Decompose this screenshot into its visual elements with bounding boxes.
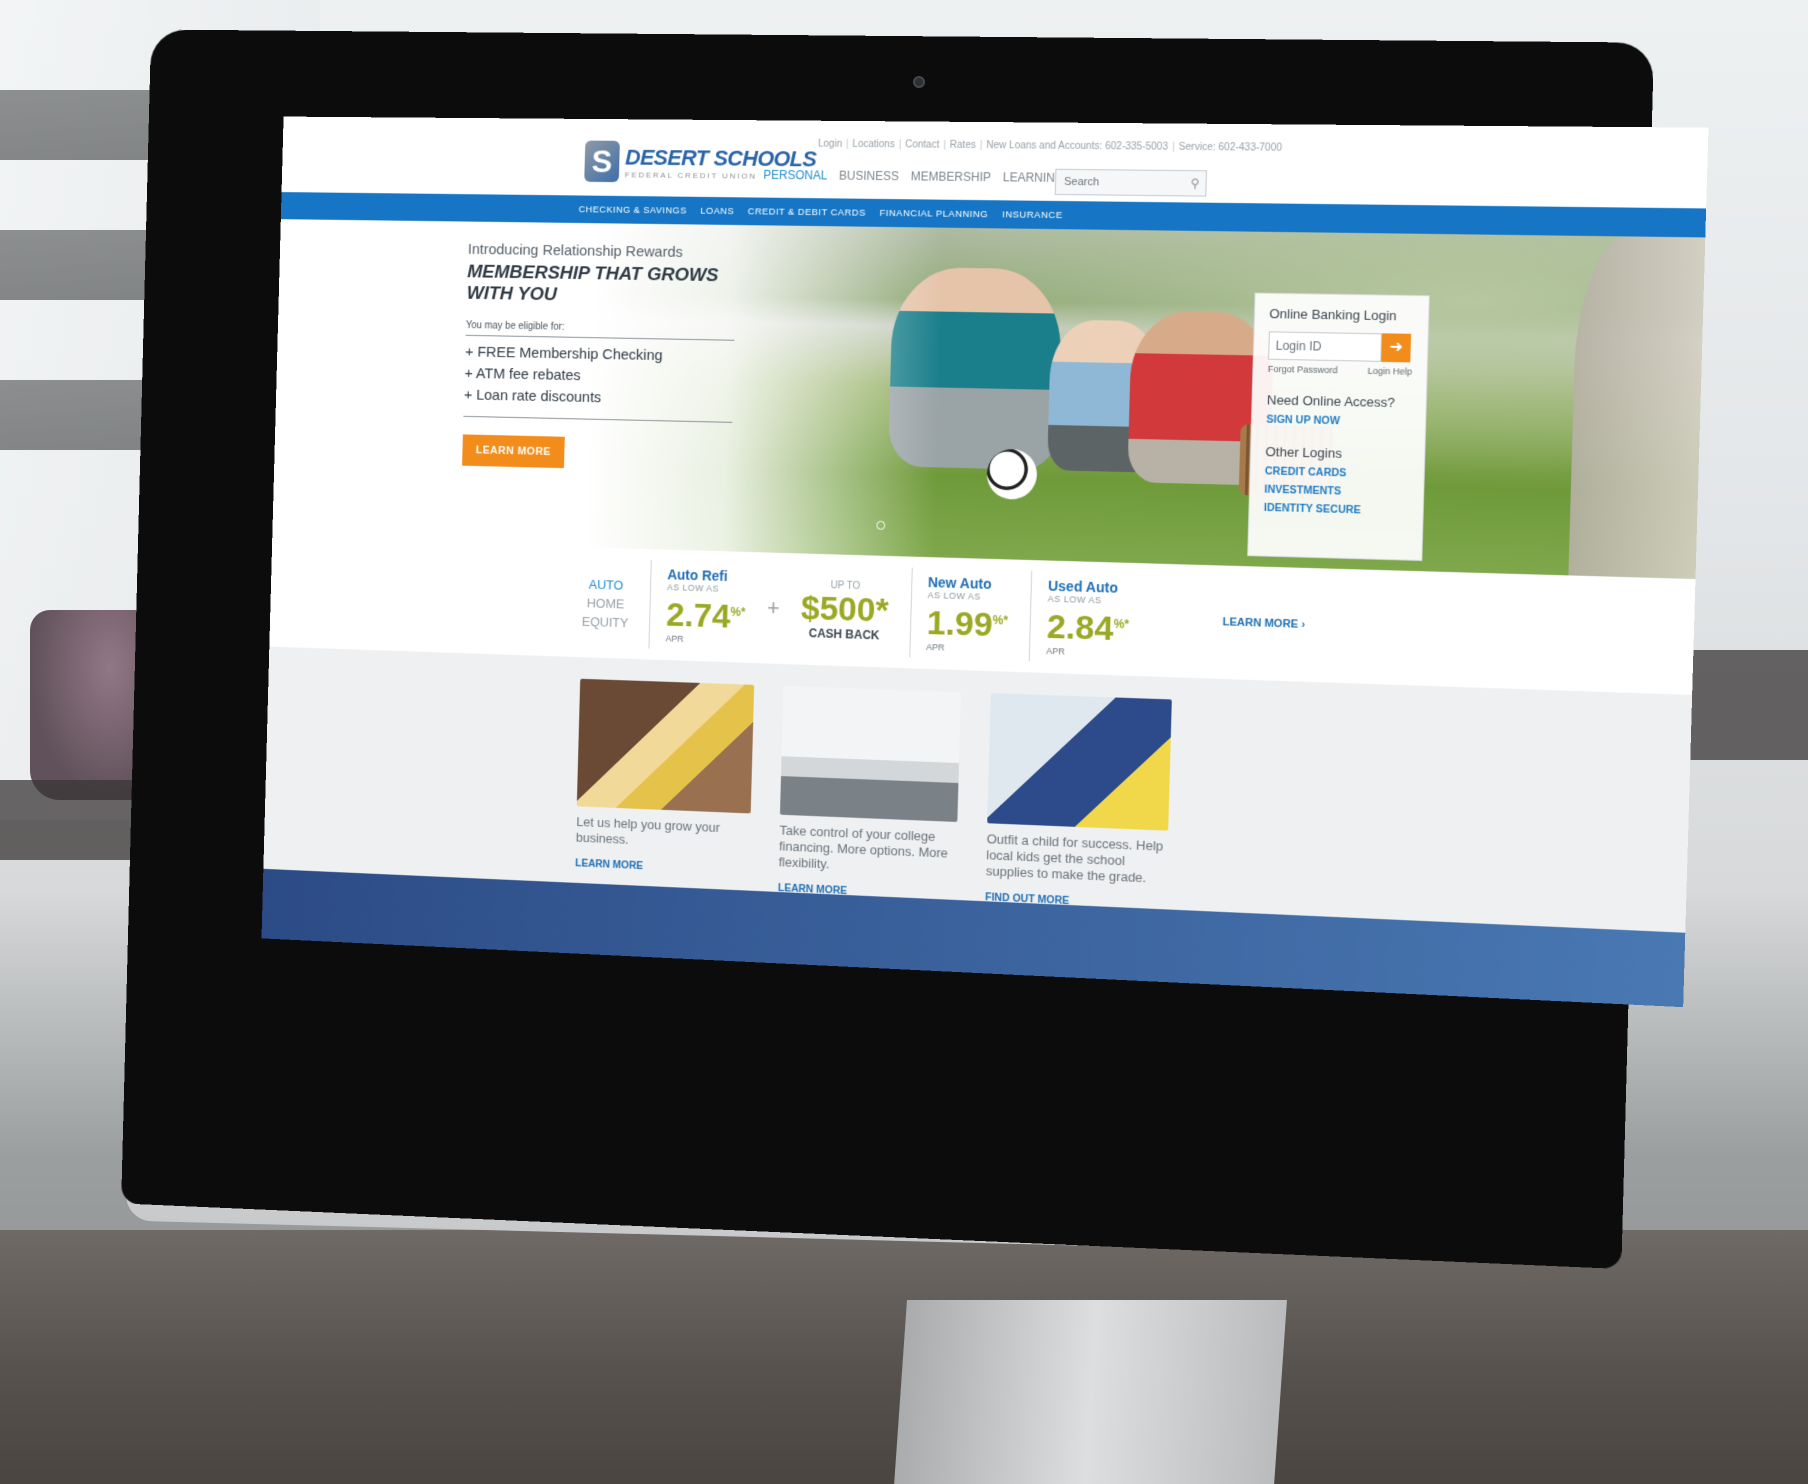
util-phone-service: Service: 602-433-7000 [1178, 141, 1283, 154]
rate-new-auto-unit: %* [992, 613, 1009, 628]
promo-college-photo [779, 685, 961, 822]
utility-links: Login | Locations | Contact | Rates | New Lo… [817, 138, 1283, 154]
rate-tabs: AUTO HOME EQUITY [582, 574, 630, 631]
login-id-placeholder: Login ID [1275, 338, 1322, 354]
rate-tab-home[interactable]: HOME [582, 593, 629, 613]
rates-learn-more-link[interactable]: LEARN MORE › [1222, 616, 1305, 631]
hero-title: MEMBERSHIP THAT GROWS WITH YOU [466, 261, 719, 306]
util-link-locations[interactable]: Locations [852, 139, 895, 150]
hero-copy: Introducing Relationship Rewards MEMBERS… [462, 241, 756, 473]
rate-used-auto-apr: APR [1046, 645, 1065, 657]
subnav-loans[interactable]: LOANS [700, 205, 734, 216]
credit-cards-login-link[interactable]: CREDIT CARDS [1265, 465, 1410, 481]
util-phone-new-loans: New Loans and Accounts: 602-335-5003 [986, 140, 1169, 153]
imac-stand [893, 1300, 1287, 1484]
hero-intro: Introducing Relationship Rewards [467, 241, 684, 261]
rate-new-auto-value: 1.99 [926, 604, 994, 645]
util-link-login[interactable]: Login [818, 139, 842, 150]
hero-banner: Introducing Relationship Rewards MEMBERS… [272, 219, 1706, 580]
rate-tab-auto[interactable]: AUTO [583, 574, 630, 594]
hero-eligible-label: You may be eligible for: [465, 320, 735, 341]
rate-auto-refi-apr: APR [665, 633, 684, 644]
identity-secure-login-link[interactable]: IDENTITY SECURE [1264, 502, 1409, 518]
need-access-heading: Need Online Access? [1266, 392, 1396, 411]
promo-card-business: Let us help you grow your business. LEAR… [575, 678, 755, 891]
promo-school-text: Outfit a child for success. Help local k… [985, 831, 1164, 886]
website-screen: S DESERT SCHOOLS FEDERAL CREDIT UNION Lo… [261, 116, 1709, 1008]
promo-business-text: Let us help you grow your business. [575, 814, 721, 847]
rate-new-auto: New Auto AS LOW AS 1.99%* APR [908, 567, 1010, 661]
nav-membership[interactable]: MEMBERSHIP [911, 169, 992, 184]
cash-back-offer: UP TO $500* CASH BACK [800, 579, 889, 642]
nav-personal[interactable]: PERSONAL [763, 168, 827, 183]
forgot-password-link[interactable]: Forgot Password [1268, 364, 1338, 376]
online-banking-login-panel: Online Banking Login Login ID ➜ Forgot P… [1247, 292, 1430, 562]
investments-login-link[interactable]: INVESTMENTS [1264, 483, 1409, 499]
cash-back-value: $500* [800, 588, 890, 630]
login-panel-title: Online Banking Login [1269, 305, 1397, 324]
rate-used-auto: Used Auto AS LOW AS 2.84%* APR [1028, 571, 1131, 665]
rate-tab-equity[interactable]: EQUITY [582, 612, 629, 632]
hero-benefits-list: + FREE Membership Checking + ATM fee reb… [463, 341, 735, 423]
promo-business-photo [576, 678, 755, 814]
search-placeholder: Search [1063, 175, 1100, 189]
plus-sign: + [766, 595, 780, 621]
subnav-financial-planning[interactable]: FINANCIAL PLANNING [879, 207, 988, 219]
hero-benefit-item: + Loan rate discounts [463, 386, 602, 407]
logo-mark-icon: S [584, 140, 620, 183]
rate-auto-refi-unit: %* [730, 605, 746, 620]
login-help-link[interactable]: Login Help [1367, 366, 1412, 377]
tree-trunk-image [1568, 235, 1706, 580]
search-icon[interactable]: ⚲ [1190, 176, 1199, 190]
promo-card-college: Take control of your college financing. … [778, 685, 961, 900]
nav-business[interactable]: BUSINESS [839, 169, 899, 184]
rate-used-auto-value: 2.84 [1046, 608, 1114, 649]
rate-new-auto-apr: APR [925, 641, 945, 653]
search-input[interactable]: Search ⚲ [1054, 168, 1208, 197]
subnav-credit-debit-cards[interactable]: CREDIT & DEBIT CARDS [748, 206, 866, 218]
util-link-contact[interactable]: Contact [905, 139, 939, 150]
promo-college-text: Take control of your college financing. … [778, 822, 948, 872]
rate-auto-refi: Auto Refi AS LOW AS 2.74%* APR [648, 560, 747, 652]
rate-auto-refi-value: 2.74 [665, 596, 731, 637]
rate-used-auto-unit: %* [1113, 617, 1130, 632]
cash-back-label: CASH BACK [808, 625, 880, 642]
subnav-insurance[interactable]: INSURANCE [1002, 209, 1063, 221]
subnav-checking-savings[interactable]: CHECKING & SAVINGS [579, 204, 687, 216]
arrow-right-icon[interactable]: ➜ [1381, 333, 1412, 363]
other-logins-heading: Other Logins [1265, 443, 1343, 461]
sign-up-now-link[interactable]: SIGN UP NOW [1266, 414, 1411, 429]
promo-school-photo [987, 693, 1172, 831]
promo-card-school-supplies: Outfit a child for success. Help local k… [985, 693, 1172, 909]
promo-business-link[interactable]: LEARN MORE [575, 857, 749, 876]
login-id-input[interactable]: Login ID [1268, 331, 1383, 362]
camera-icon [913, 76, 925, 88]
util-link-rates[interactable]: Rates [950, 140, 976, 151]
hero-learn-more-button[interactable]: LEARN MORE [462, 434, 565, 469]
